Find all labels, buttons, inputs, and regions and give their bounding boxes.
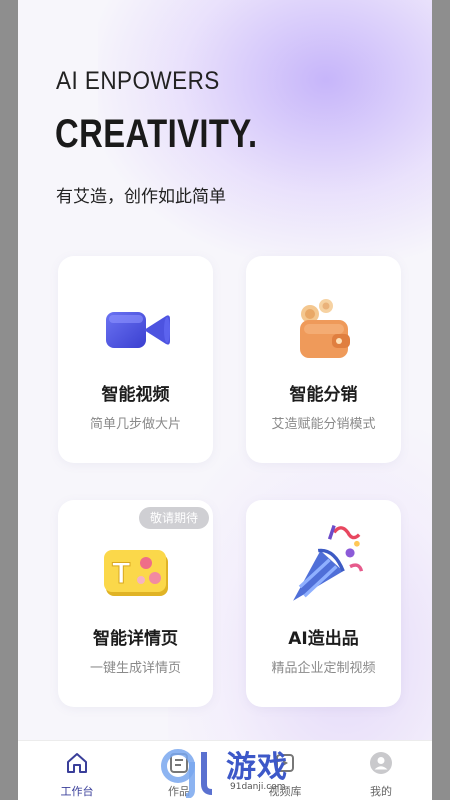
video-camera-icon [106,312,170,348]
home-icon [67,753,87,773]
hero-tagline: 有艾造，创作如此简单 [56,187,226,207]
tab-workbench[interactable]: 工作台 [36,741,118,800]
coming-soon-badge: 敬请期待 [138,507,209,529]
app-screen: AI ENPOWERS CREATIVITY. 有艾造，创作如此简单 智能视频 … [18,0,432,800]
tab-label: 我的 [370,785,392,798]
card-subtitle: 简单几步做大片 [89,417,181,432]
card-title: 智能视频 [101,385,170,405]
user-icon [370,752,392,774]
watermark-logo-icon [161,749,213,798]
card-ai-product[interactable]: AI造出品 精品企业定制视频 [246,500,401,707]
watermark-brand: 游戏 [226,750,288,785]
card-title: 智能分销 [289,385,358,405]
svg-text:T: T [112,557,130,590]
card-subtitle: 一键生成详情页 [89,661,181,676]
hero-heading-line2: CREATIVITY. [55,112,258,156]
card-smart-distribution[interactable]: 智能分销 艾造赋能分销模式 [246,256,401,463]
card-smart-detail-page[interactable]: 敬请期待 T 智能详情页 一键生成详情页 [58,500,213,707]
wallet-coins-icon [300,299,350,358]
tab-label: 工作台 [60,785,94,798]
hero-heading-line1: AI ENPOWERS [56,67,220,95]
card-subtitle: 精品企业定制视频 [271,661,376,676]
tab-profile[interactable]: 我的 [340,741,422,800]
card-title: 智能详情页 [93,629,178,649]
party-popper-icon [293,525,364,601]
card-subtitle: 艾造赋能分销模式 [271,417,376,432]
card-title: AI造出品 [288,629,359,649]
watermark-site: 91danji.com [230,782,286,792]
site-watermark: 游戏 91danji.com [156,738,316,800]
t-card-icon: T [104,550,168,596]
card-smart-video[interactable]: 智能视频 简单几步做大片 [58,256,213,463]
